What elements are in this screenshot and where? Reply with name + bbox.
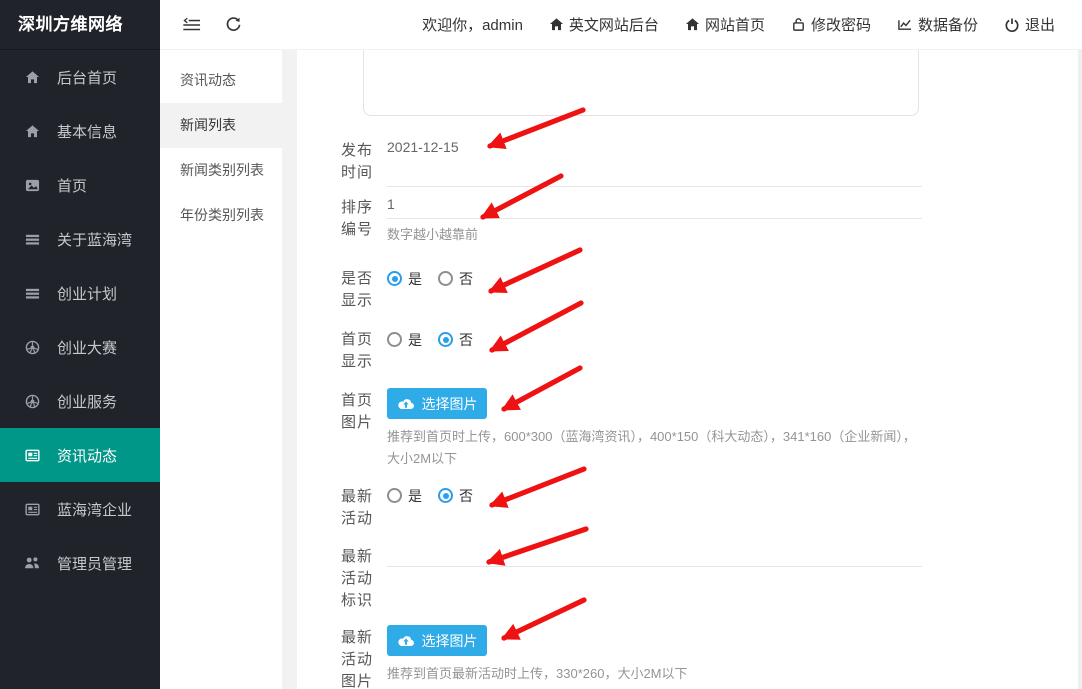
news-icon: [24, 447, 40, 463]
submenu-item-news-category-list[interactable]: 新闻类别列表: [160, 148, 282, 193]
visible-radio-no-label[interactable]: 否: [459, 269, 473, 289]
sidebar-item-label: 创业大赛: [57, 337, 117, 358]
refresh-icon[interactable]: [225, 16, 242, 33]
submenu-item-news-list[interactable]: 新闻列表: [160, 103, 282, 148]
topbar-link-label: 数据备份: [918, 14, 978, 35]
home-image-pick-button[interactable]: 选择图片: [387, 388, 487, 419]
sidebar-item-label: 首页: [57, 175, 87, 196]
sidebar-item-label: 关于蓝海湾: [57, 229, 132, 250]
latest-image-pick-button[interactable]: 选择图片: [387, 625, 487, 656]
sidebar-item-about[interactable]: 关于蓝海湾: [0, 212, 160, 266]
topbar-link-label: 英文网站后台: [569, 14, 659, 35]
sort-number-underline: [387, 195, 922, 219]
list-icon: [24, 231, 40, 247]
home-image-pick-button-label: 选择图片: [422, 394, 478, 414]
image-icon: [24, 177, 40, 193]
sidebar-item-label: 管理员管理: [57, 553, 132, 574]
sidebar-item-label: 蓝海湾企业: [57, 499, 132, 520]
topbar-link-data-backup[interactable]: 数据备份: [897, 14, 978, 35]
power-icon: [1004, 17, 1020, 33]
home-icon: [549, 17, 564, 32]
latest-activity-radio-group: 是 否: [387, 487, 489, 504]
sidebar-item-label: 创业服务: [57, 391, 117, 412]
latest-activity-label: 最新活动: [341, 486, 377, 530]
home-show-radio-no[interactable]: [438, 332, 453, 347]
visible-radio-group: 是 否: [387, 270, 489, 287]
list-icon: [24, 285, 40, 301]
sidebar-item-label: 基本信息: [57, 121, 117, 142]
home-icon: [685, 17, 700, 32]
submenu-item-year-category-list[interactable]: 年份类别列表: [160, 193, 282, 238]
soccer-icon: [24, 339, 40, 355]
sidebar: 深圳方维网络 后台首页 基本信息 首页 关于蓝海湾 创业计划 创业大赛 创业服务: [0, 0, 160, 689]
users-icon: [24, 555, 40, 571]
home-show-radio-group: 是 否: [387, 331, 489, 348]
home-show-label: 首页显示: [341, 329, 377, 373]
latest-image-hint: 推荐到首页最新活动时上传，330*260，大小2M以下: [387, 663, 922, 685]
visible-label: 是否显示: [341, 268, 377, 312]
submenu-title-news[interactable]: 资讯动态: [160, 58, 282, 103]
scrollbar[interactable]: [1078, 50, 1082, 689]
news-icon: [24, 501, 40, 517]
home-icon: [24, 69, 40, 85]
sidebar-item-enterprises[interactable]: 蓝海湾企业: [0, 482, 160, 536]
soccer-icon: [24, 393, 40, 409]
topbar-link-site-home[interactable]: 网站首页: [685, 14, 765, 35]
visible-radio-yes-label[interactable]: 是: [408, 269, 422, 289]
topbar-link-label: 网站首页: [705, 14, 765, 35]
sidebar-item-venture-service[interactable]: 创业服务: [0, 374, 160, 428]
publish-time-label: 发布时间: [341, 140, 377, 184]
home-image-label: 首页图片: [341, 390, 377, 434]
sidebar-item-homepage[interactable]: 首页: [0, 158, 160, 212]
sidebar-item-admin-manage[interactable]: 管理员管理: [0, 536, 160, 590]
sort-number-label: 排序编号: [341, 197, 377, 241]
app-logo: 深圳方维网络: [0, 0, 160, 50]
sidebar-item-venture-contest[interactable]: 创业大赛: [0, 320, 160, 374]
sidebar-item-venture-plan[interactable]: 创业计划: [0, 266, 160, 320]
latest-activity-radio-yes-label[interactable]: 是: [408, 486, 422, 506]
news-edit-form: 发布时间 2021-12-15 排序编号 1 数字越小越靠前 是否显示 是 否 …: [297, 50, 1078, 689]
lock-icon: [791, 17, 806, 32]
latest-activity-radio-no-label[interactable]: 否: [459, 486, 473, 506]
publish-time-input[interactable]: 2021-12-15: [387, 137, 459, 157]
topbar-link-label: 修改密码: [811, 14, 871, 35]
home-show-radio-no-label[interactable]: 否: [459, 330, 473, 350]
topbar-link-label: 退出: [1025, 14, 1055, 35]
content-textarea[interactable]: [363, 50, 919, 116]
visible-radio-yes[interactable]: [387, 271, 402, 286]
publish-time-underline: [387, 186, 922, 187]
topbar-link-change-password[interactable]: 修改密码: [791, 14, 871, 35]
sort-number-input[interactable]: 1: [387, 194, 395, 214]
sidebar-item-news[interactable]: 资讯动态: [0, 428, 160, 482]
latest-tag-label: 最新活动标识: [341, 546, 377, 612]
home-show-radio-yes[interactable]: [387, 332, 402, 347]
admin-app: 深圳方维网络 后台首页 基本信息 首页 关于蓝海湾 创业计划 创业大赛 创业服务: [0, 0, 1082, 689]
submenu-panel: 资讯动态 新闻列表 新闻类别列表 年份类别列表: [160, 50, 282, 689]
sidebar-item-dashboard[interactable]: 后台首页: [0, 50, 160, 104]
sidebar-item-label: 后台首页: [57, 67, 117, 88]
topbar-right: 欢迎你，admin 英文网站后台 网站首页 修改密码 数据备份 退出: [422, 14, 1055, 35]
latest-image-pick-button-label: 选择图片: [422, 631, 478, 651]
home-show-radio-yes-label[interactable]: 是: [408, 330, 422, 350]
chart-icon: [897, 17, 913, 32]
cloud-upload-icon: [397, 397, 415, 411]
collapse-menu-icon[interactable]: [182, 17, 201, 33]
visible-radio-no[interactable]: [438, 271, 453, 286]
cloud-upload-icon: [397, 634, 415, 648]
topbar-link-english-admin[interactable]: 英文网站后台: [549, 14, 659, 35]
home-icon: [24, 123, 40, 139]
welcome-text: 欢迎你，admin: [422, 14, 523, 35]
latest-activity-radio-yes[interactable]: [387, 488, 402, 503]
latest-image-label: 最新活动图片: [341, 627, 377, 689]
latest-tag-input[interactable]: [387, 543, 922, 567]
topbar: 欢迎你，admin 英文网站后台 网站首页 修改密码 数据备份 退出: [160, 0, 1082, 50]
sidebar-item-label: 创业计划: [57, 283, 117, 304]
home-image-hint: 推荐到首页时上传，600*300（蓝海湾资讯），400*150（科大动态），34…: [387, 426, 922, 470]
sort-number-hint: 数字越小越靠前: [387, 224, 922, 246]
topbar-link-logout[interactable]: 退出: [1004, 14, 1055, 35]
sidebar-item-basic-info[interactable]: 基本信息: [0, 104, 160, 158]
sidebar-item-label: 资讯动态: [57, 445, 117, 466]
latest-activity-radio-no[interactable]: [438, 488, 453, 503]
